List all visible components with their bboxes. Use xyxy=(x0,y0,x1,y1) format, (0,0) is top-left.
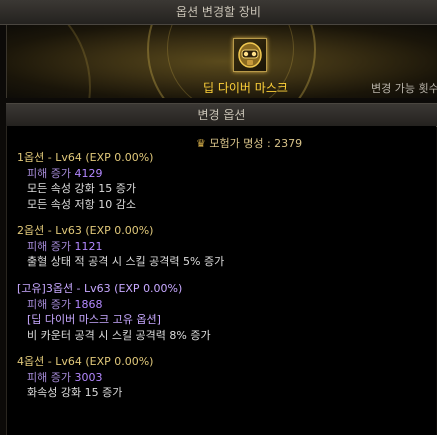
damage-value: 1868 xyxy=(74,297,103,311)
option-4: 4옵션 - Lv64 (EXP 0.00%) 피해 증가 3003 화속성 강화… xyxy=(17,354,153,401)
damage-label: 피해 증가 xyxy=(27,297,71,311)
option-3: [고유]3옵션 - Lv63 (EXP 0.00%) 피해 증가 1868 [딥… xyxy=(17,281,211,343)
damage-label: 피해 증가 xyxy=(27,239,71,253)
fame-icon: ♛ xyxy=(196,137,206,150)
option-2: 2옵션 - Lv63 (EXP 0.00%) 피해 증가 1121 출혈 상태 … xyxy=(17,223,224,270)
panel-header: 옵션 변경할 장비 xyxy=(0,0,437,25)
option-line: 모든 속성 강화 15 증가 xyxy=(27,182,136,195)
section-header: 변경 옵션 xyxy=(6,103,437,127)
option-line: 출혈 상태 적 공격 시 스킬 공격력 5% 증가 xyxy=(27,255,225,268)
option-line: 모든 속성 저항 10 감소 xyxy=(27,197,136,211)
damage-value: 1121 xyxy=(74,239,103,253)
section-title: 변경 옵션 xyxy=(197,108,246,122)
fame-label: 모험가 명성 : 2379 xyxy=(209,137,303,150)
mask-icon xyxy=(238,42,262,68)
option-line: 화속성 강화 15 증가 xyxy=(27,386,123,399)
option-1: 1옵션 - Lv64 (EXP 0.00%) 피해 증가 4129 모든 속성 … xyxy=(17,150,153,212)
option-title: 4옵션 - Lv64 (EXP 0.00%) xyxy=(17,355,154,368)
options-content: ♛ 모험가 명성 : 2379 1옵션 - Lv64 (EXP 0.00%) 피… xyxy=(6,126,436,435)
option-title: 2옵션 - Lv63 (EXP 0.00%) xyxy=(17,224,154,237)
change-count-label: 변경 가능 횟수 xyxy=(371,82,437,95)
panel-title: 옵션 변경할 장비 xyxy=(176,5,261,19)
fame-row: ♛ 모험가 명성 : 2379 xyxy=(196,135,302,151)
option-title: [고유]3옵션 - Lv63 (EXP 0.00%) xyxy=(17,282,183,295)
equipment-area: 딥 다이버 마스크 변경 가능 횟수 xyxy=(6,25,437,98)
damage-value: 3003 xyxy=(74,370,103,384)
option-title: 1옵션 - Lv64 (EXP 0.00%) xyxy=(17,151,154,164)
option-line: 비 카운터 공격 시 스킬 공격력 8% 증가 xyxy=(27,328,211,342)
option-change-panel: 옵션 변경할 장비 딥 다이버 마스크 변경 가능 횟수 변경 옵션 ♛ 모험가… xyxy=(0,0,437,435)
unique-option-label: [딥 다이버 마스크 고유 옵션] xyxy=(27,313,161,326)
mask-item-icon[interactable] xyxy=(233,38,267,72)
damage-label: 피해 증가 xyxy=(27,370,71,384)
item-name: 딥 다이버 마스크 xyxy=(203,81,288,95)
damage-value: 4129 xyxy=(74,166,103,180)
damage-label: 피해 증가 xyxy=(27,166,71,180)
